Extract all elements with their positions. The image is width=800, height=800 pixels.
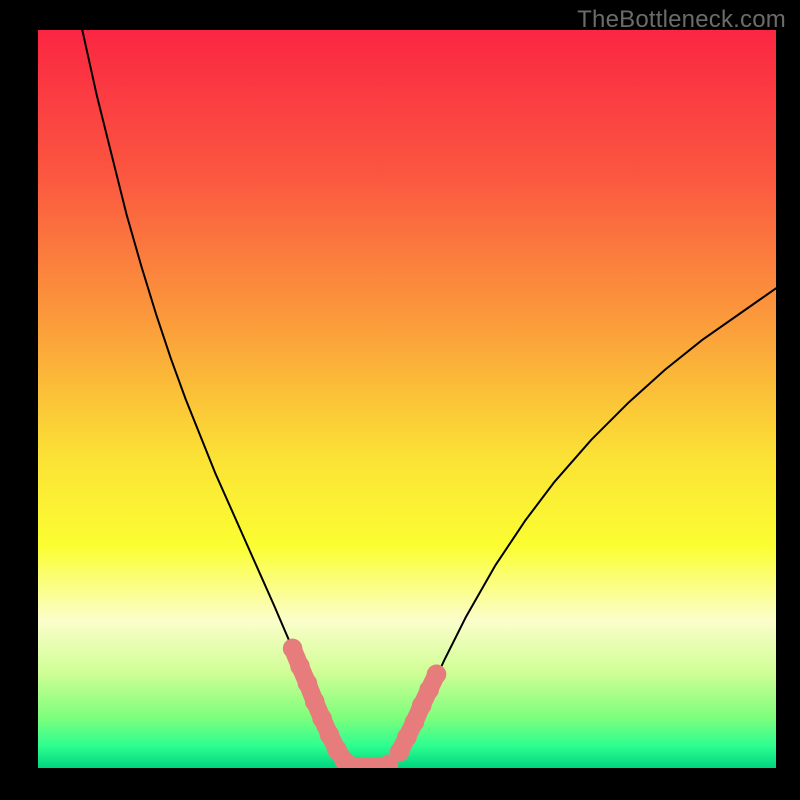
- watermark-label: TheBottleneck.com: [577, 6, 786, 34]
- marker-dot: [405, 712, 425, 732]
- marker-dot: [290, 656, 310, 676]
- marker-dot: [298, 673, 318, 693]
- gradient-background: [38, 30, 776, 768]
- chart-frame: TheBottleneck.com: [0, 0, 800, 800]
- marker-dot: [305, 692, 325, 712]
- marker-dot: [283, 639, 303, 659]
- bottleneck-curve-plot: [0, 0, 800, 800]
- marker-dot: [427, 664, 447, 684]
